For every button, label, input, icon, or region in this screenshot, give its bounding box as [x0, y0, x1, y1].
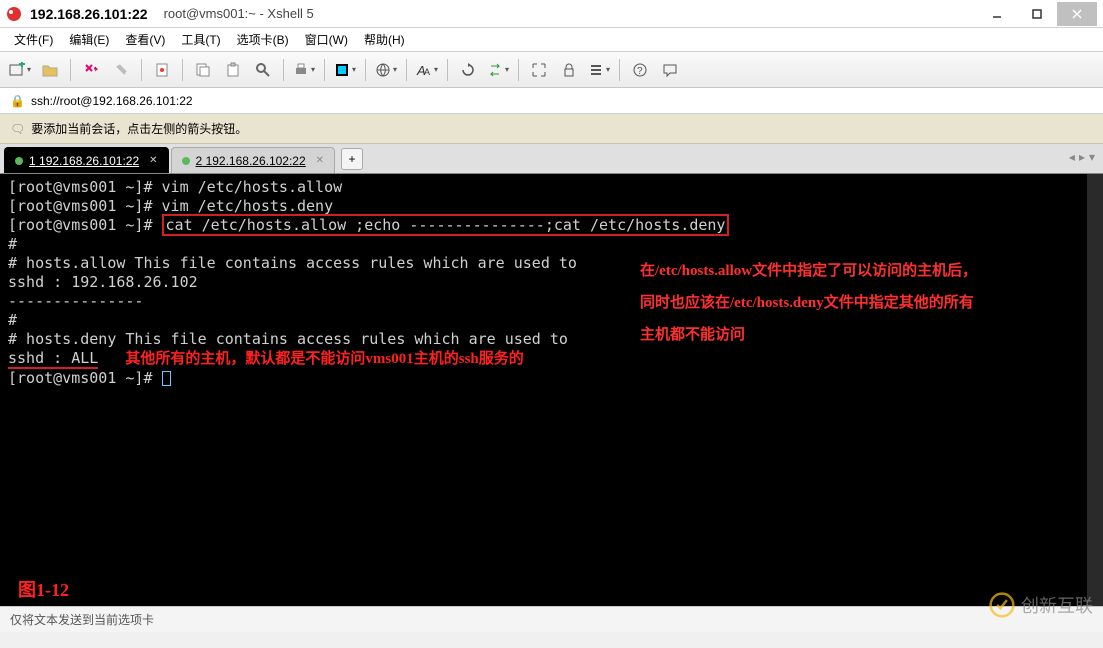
watermark: 创新互联 — [989, 592, 1093, 618]
close-button[interactable] — [1057, 2, 1097, 26]
lock-icon: 🔒 — [10, 94, 25, 108]
figure-label: 图1-12 — [18, 581, 69, 600]
tab-close-button[interactable]: ✕ — [316, 155, 324, 166]
tab-prev-button[interactable]: ◂ — [1069, 150, 1075, 164]
tab-label: 192.168.26.102:22 — [206, 154, 306, 168]
terminal-scrollbar[interactable] — [1087, 174, 1103, 606]
menu-tabs[interactable]: 选项卡(B) — [229, 28, 297, 51]
new-session-button[interactable] — [8, 58, 32, 82]
toolbar-separator — [406, 59, 407, 81]
toolbar-separator — [283, 59, 284, 81]
annotation-right-1: 在/etc/hosts.allow文件中指定了可以访问的主机后， — [640, 262, 977, 281]
fullscreen-button[interactable] — [527, 58, 551, 82]
status-bar: 仅将文本发送到当前选项卡 — [0, 606, 1103, 632]
speaker-icon: 🗨 — [10, 122, 25, 136]
session-tab-2[interactable]: 2 192.168.26.102:22 ✕ — [171, 147, 336, 173]
minimize-button[interactable] — [977, 2, 1017, 26]
open-button[interactable] — [38, 58, 62, 82]
refresh-button[interactable] — [456, 58, 480, 82]
tab-close-button[interactable]: ✕ — [149, 155, 157, 166]
toolbar-separator — [70, 59, 71, 81]
tab-strip: 1 192.168.26.101:22 ✕ 2 192.168.26.102:2… — [0, 144, 1103, 174]
prompt: [root@vms001 ~]# — [8, 178, 153, 196]
annotation-right-2: 同时也应该在/etc/hosts.deny文件中指定其他的所有 — [640, 294, 974, 313]
lock-button[interactable] — [557, 58, 581, 82]
tab-index: 1 — [29, 154, 36, 168]
xshell-icon — [6, 6, 22, 22]
toolbar-separator — [447, 59, 448, 81]
terminal-line: vim /etc/hosts.allow — [153, 178, 343, 196]
annotation-inline: 其他所有的主机，默认都是不能访问vms001主机的ssh服务的 — [125, 351, 523, 367]
properties-button[interactable] — [150, 58, 174, 82]
tab-status-dot — [15, 157, 23, 165]
terminal-line: # — [8, 235, 1095, 254]
highlighted-command: cat /etc/hosts.allow ;echo -------------… — [162, 214, 730, 236]
menu-edit[interactable]: 编辑(E) — [61, 28, 117, 51]
address-bar: 🔒 ssh://root@192.168.26.101:22 — [0, 88, 1103, 114]
toolbar-separator — [324, 59, 325, 81]
session-tab-1[interactable]: 1 192.168.26.101:22 ✕ — [4, 147, 169, 173]
color-scheme-button[interactable] — [333, 58, 357, 82]
reconnect-button[interactable] — [79, 58, 103, 82]
address-text[interactable]: ssh://root@192.168.26.101:22 — [31, 94, 193, 108]
toolbar-separator — [619, 59, 620, 81]
tab-add-button[interactable]: + — [341, 148, 363, 170]
encoding-button[interactable] — [374, 58, 398, 82]
svg-text:?: ? — [637, 66, 643, 77]
transfer-button[interactable] — [486, 58, 510, 82]
toolbar-separator — [365, 59, 366, 81]
hint-bar: 🗨 要添加当前会话，点击左侧的箭头按钮。 — [0, 114, 1103, 144]
copy-button[interactable] — [191, 58, 215, 82]
chat-button[interactable] — [658, 58, 682, 82]
tab-status-dot — [182, 157, 190, 165]
title-sub: root@vms001:~ - Xshell 5 — [164, 6, 314, 21]
toolbar: AA ? — [0, 52, 1103, 88]
menu-tools[interactable]: 工具(T) — [173, 28, 228, 51]
menu-help[interactable]: 帮助(H) — [356, 28, 413, 51]
menu-view[interactable]: 查看(V) — [117, 28, 173, 51]
help-button[interactable]: ? — [628, 58, 652, 82]
svg-text:A: A — [424, 67, 430, 77]
watermark-text: 创新互联 — [1021, 592, 1093, 618]
paste-button[interactable] — [221, 58, 245, 82]
prompt: [root@vms001 ~]# — [8, 369, 153, 387]
font-button[interactable]: AA — [415, 58, 439, 82]
menubar: 文件(F) 编辑(E) 查看(V) 工具(T) 选项卡(B) 窗口(W) 帮助(… — [0, 28, 1103, 52]
maximize-button[interactable] — [1017, 2, 1057, 26]
tab-nav: ◂ ▸ ▾ — [1069, 150, 1095, 164]
window-titlebar: 192.168.26.101:22 root@vms001:~ - Xshell… — [0, 0, 1103, 28]
tab-list-button[interactable]: ▾ — [1089, 150, 1095, 164]
toolbar-separator — [141, 59, 142, 81]
terminal-pane[interactable]: [root@vms001 ~]# vim /etc/hosts.allow [r… — [0, 174, 1103, 606]
terminal-line: vim /etc/hosts.deny — [153, 197, 334, 215]
terminal-line-underlined: sshd : ALL — [8, 349, 98, 369]
terminal-line: # hosts.deny This file contains access r… — [8, 330, 1095, 349]
hint-text: 要添加当前会话，点击左侧的箭头按钮。 — [31, 120, 247, 137]
status-text: 仅将文本发送到当前选项卡 — [10, 611, 154, 628]
terminal-cursor — [162, 371, 171, 386]
terminal-line: # — [8, 311, 1095, 330]
title-main: 192.168.26.101:22 — [30, 6, 148, 22]
menu-window[interactable]: 窗口(W) — [297, 28, 356, 51]
bookmark-button[interactable] — [587, 58, 611, 82]
tab-next-button[interactable]: ▸ — [1079, 150, 1085, 164]
tab-label: 192.168.26.101:22 — [39, 154, 139, 168]
menu-file[interactable]: 文件(F) — [6, 28, 61, 51]
toolbar-separator — [182, 59, 183, 81]
prompt: [root@vms001 ~]# — [8, 197, 153, 215]
disconnect-button[interactable] — [109, 58, 133, 82]
tab-index: 2 — [196, 154, 203, 168]
annotation-right-3: 主机都不能访问 — [640, 326, 745, 345]
toolbar-separator — [518, 59, 519, 81]
prompt: [root@vms001 ~]# — [8, 216, 153, 234]
find-button[interactable] — [251, 58, 275, 82]
print-button[interactable] — [292, 58, 316, 82]
